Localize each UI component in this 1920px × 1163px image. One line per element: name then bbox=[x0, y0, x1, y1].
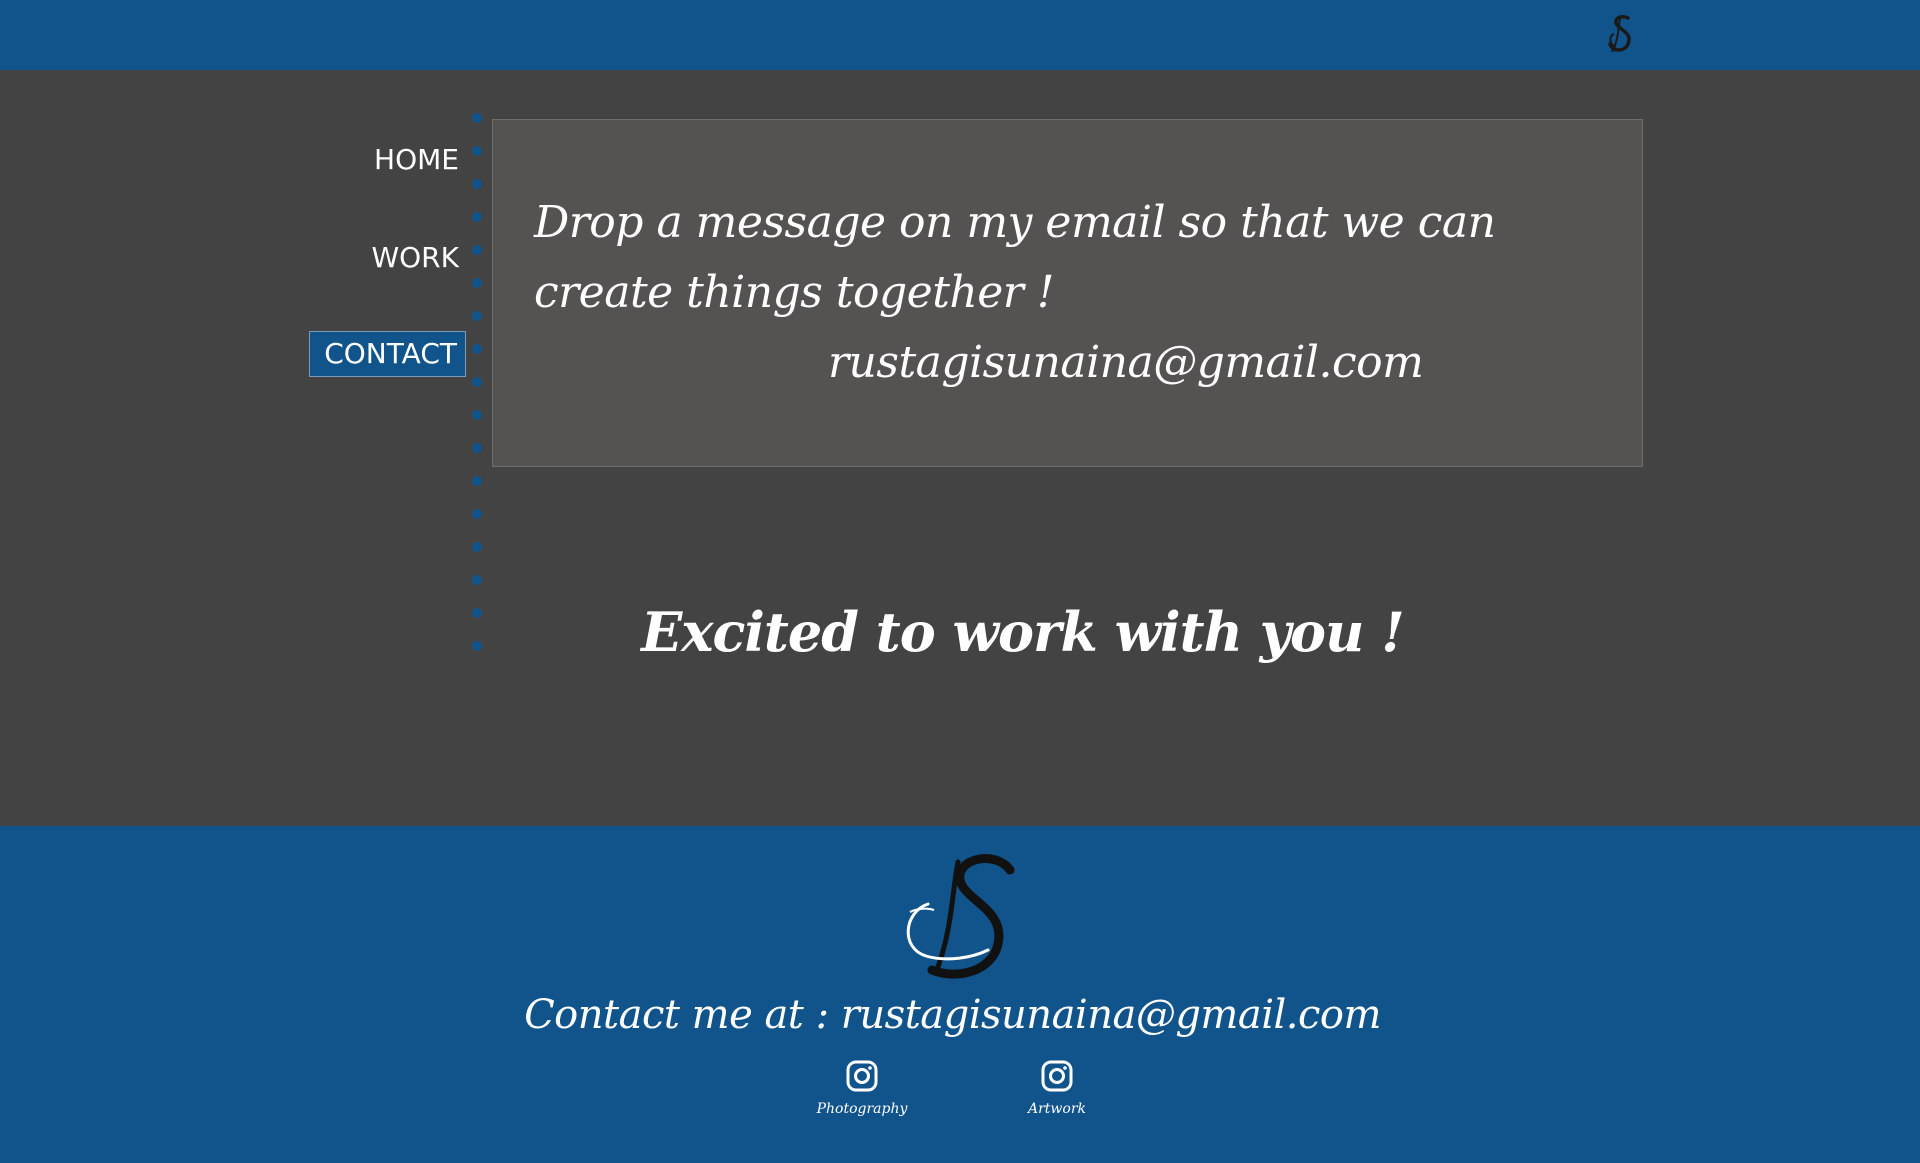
divider-dot bbox=[472, 311, 482, 321]
nav-contact-link[interactable]: CONTACT bbox=[309, 331, 466, 377]
divider-dot bbox=[472, 278, 482, 288]
divider-dot bbox=[472, 113, 482, 123]
tagline-heading: Excited to work with you ! bbox=[641, 600, 1405, 664]
instagram-icon bbox=[1041, 1060, 1073, 1092]
instagram-artwork-link[interactable]: Artwork bbox=[1007, 1059, 1107, 1117]
divider-dot bbox=[472, 179, 482, 189]
divider-dot bbox=[472, 410, 482, 420]
divider-dot bbox=[472, 344, 482, 354]
divider-dot bbox=[472, 509, 482, 519]
js-monogram-icon[interactable] bbox=[1598, 12, 1642, 56]
nav-work-link[interactable]: WORK bbox=[371, 241, 459, 274]
divider-dot bbox=[472, 245, 482, 255]
nav-home-link[interactable]: HOME bbox=[374, 143, 459, 176]
divider-dot bbox=[472, 542, 482, 552]
divider-dot bbox=[472, 476, 482, 486]
divider-dot bbox=[472, 146, 482, 156]
message-email-link[interactable]: rustagisunaina@gmail.com bbox=[828, 337, 1424, 388]
instagram-photography-link[interactable]: Photography bbox=[812, 1059, 912, 1117]
footer-contact-text: Contact me at : rustagisunaina@gmail.com bbox=[524, 992, 1381, 1038]
message-text: Drop a message on my email so that we ca… bbox=[534, 197, 1496, 318]
social-label: Artwork bbox=[1027, 1101, 1087, 1117]
divider-dot bbox=[472, 443, 482, 453]
instagram-icon bbox=[846, 1060, 878, 1092]
js-monogram-icon[interactable] bbox=[898, 852, 1022, 980]
divider-dot bbox=[472, 212, 482, 222]
top-header-bar bbox=[0, 0, 1920, 70]
social-label: Photography bbox=[816, 1101, 908, 1117]
nav-dotted-divider bbox=[472, 113, 484, 659]
divider-dot bbox=[472, 575, 482, 585]
divider-dot bbox=[472, 377, 482, 387]
message-panel: Drop a message on my email so that we ca… bbox=[492, 119, 1643, 467]
